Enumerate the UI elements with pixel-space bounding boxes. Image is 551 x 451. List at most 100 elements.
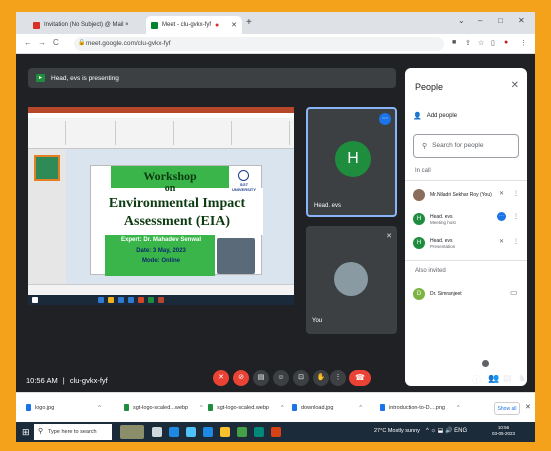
participant-tile-host[interactable]: ⋯ H Head. evs [306,107,397,217]
download-item[interactable]: sgt-logo-scaled...webp ^ [124,404,203,411]
maximize-button[interactable]: □ [498,16,503,25]
participant-row[interactable]: H Head. evs Presentation [413,234,521,252]
close-icon[interactable]: ✕ [511,80,519,91]
slide-line4: Assessment (EIA) [123,214,231,229]
close-tab-icon[interactable]: ✕ [231,21,237,29]
meeting-code: clu-gvkx-fyf [69,376,108,385]
file-icon [292,404,297,411]
mic-toggle-button[interactable]: ✕ [213,370,229,386]
close-window-button[interactable]: ✕ [518,16,525,25]
avatar: H [413,237,425,249]
university-logo: SGT UNIVERSITY [229,170,259,192]
captions-icon: ▤ [257,374,265,381]
powerpoint-icon[interactable] [271,427,281,437]
download-bar: logo.jpg ^ sgt-logo-scaled...webp ^ sgt-… [16,392,535,422]
mail-icon[interactable] [203,427,213,437]
tab-search-icon[interactable]: ⌄ [458,16,465,25]
chevron-up-icon[interactable]: ^ [457,405,460,411]
avatar [334,262,368,296]
share-icon[interactable]: ⇪ [465,39,471,47]
profile-avatar-icon[interactable]: ● [504,39,508,46]
add-people-button[interactable]: 👤 Add people [413,112,457,120]
present-icon: ⊡ [298,374,304,381]
invited-row[interactable]: D Dr. Simranjeet [413,285,521,303]
chrome-icon[interactable] [237,427,247,437]
windows-start-icon[interactable]: ⊞ [22,427,30,438]
back-icon[interactable]: ← [24,38,32,47]
ppt-ribbon [28,107,294,149]
system-tray[interactable]: ^ ☼ ⬓ 🔊 ENG [426,427,467,434]
download-item[interactable]: sgt-logo-scaled.webp ^ [208,404,284,411]
end-call-button[interactable]: ☎ [349,370,371,386]
people-panel: People ✕ 👤 Add people ⚲ Search for peopl… [405,68,527,386]
participant-role: Presentation [430,243,456,249]
meet-app-icon[interactable] [254,427,264,437]
menu-kebab-icon[interactable]: ⋮ [513,213,519,220]
search-icon: ⚲ [422,143,428,150]
lock-icon: 🔒 [78,40,86,46]
emoji-icon: ☺ [277,374,285,381]
message-icon[interactable]: ▭ [510,288,518,297]
download-item[interactable]: introduction-to-D....png ^ [380,404,460,411]
taskbar-search-input[interactable]: ⚲ Type here to search [34,424,112,440]
shared-screen: Workshop on Environmental Impact Assessm… [28,107,294,295]
raise-hand-button[interactable]: ✋ [313,370,329,386]
tab-meet[interactable]: Meet - clu-gvkx-fyf ● ✕ [146,16,242,34]
presenting-text: Head, evs is presenting [51,74,119,82]
chevron-up-icon[interactable]: ^ [98,405,101,411]
activities-icon[interactable]: ♞ [518,373,526,384]
side-panel-icon[interactable]: ▯ [491,39,495,47]
taskbar-clock[interactable]: 10:56 03-05-2023 [492,425,515,437]
camera-toggle-button[interactable]: ⊘ [233,370,249,386]
minimize-button[interactable]: – [478,16,482,25]
show-all-button[interactable]: Show all [494,402,520,415]
gmail-icon [33,21,40,29]
chevron-up-icon[interactable]: ^ [281,405,284,411]
reload-icon[interactable]: C [53,38,59,47]
chat-icon[interactable]: ▤ [503,373,512,384]
present-button[interactable]: ⊡ [293,370,309,386]
more-options-button[interactable]: ⋮ [330,370,346,386]
more-options-icon[interactable]: ⋯ [379,113,391,125]
mic-off-icon: ✕ [499,239,505,245]
captions-button[interactable]: ▤ [253,370,269,386]
slide-mode: Mode: Online [142,258,180,264]
mic-off-icon: ✕ [218,374,224,381]
participant-tile-self[interactable]: ✕ You [306,226,397,334]
chevron-up-icon[interactable]: ^ [359,405,362,411]
kebab-icon: ⋮ [334,374,342,381]
browser-window: Invitation (No Subject) @ Mail × Meet - … [16,12,535,442]
forward-icon[interactable]: → [38,38,46,47]
people-icon[interactable]: 👥 [488,373,499,384]
weather-widget[interactable]: 27°C Mostly sunny [374,428,420,434]
reactions-button[interactable]: ☺ [273,370,289,386]
file-explorer-icon[interactable] [220,427,230,437]
tab-gmail[interactable]: Invitation (No Subject) @ Mail × [28,16,148,34]
camera-icon[interactable]: ■ [452,39,456,46]
chevron-up-icon[interactable]: ^ [200,405,203,411]
bookmark-star-icon[interactable]: ☆ [478,39,484,47]
info-icon[interactable]: ⓘ [472,373,481,386]
phone-hangup-icon: ☎ [355,373,365,382]
download-item[interactable]: logo.jpg ^ [26,404,101,411]
menu-kebab-icon[interactable]: ⋮ [513,238,519,245]
speaking-icon: ⋯ [497,212,506,221]
url-text: meet.google.com/clu-gvkx-fyf [86,40,171,47]
also-invited-label: Also invited [415,268,446,274]
menu-kebab-icon[interactable]: ⋮ [520,39,527,47]
participant-name: Head. evs [314,203,342,209]
new-tab-button[interactable]: + [246,17,252,28]
menu-kebab-icon[interactable]: ⋮ [513,190,519,197]
task-view-icon[interactable] [152,427,162,437]
url-field[interactable]: 🔒 meet.google.com/clu-gvkx-fyf [74,37,444,51]
slide-thumbnails [28,149,66,284]
participant-name: You [312,318,323,324]
store-icon[interactable] [186,427,196,437]
participant-row[interactable]: Mr.Niladri Sekhar Roy (You) [413,186,521,204]
search-people-input[interactable]: ⚲ Search for people [413,134,519,158]
widget-icon[interactable] [120,425,144,439]
download-item[interactable]: download.jpg ^ [292,404,362,411]
close-icon[interactable]: ✕ [525,403,531,411]
edge-icon[interactable] [169,427,179,437]
tab-label: Invitation (No Subject) @ Mail × [44,22,129,28]
